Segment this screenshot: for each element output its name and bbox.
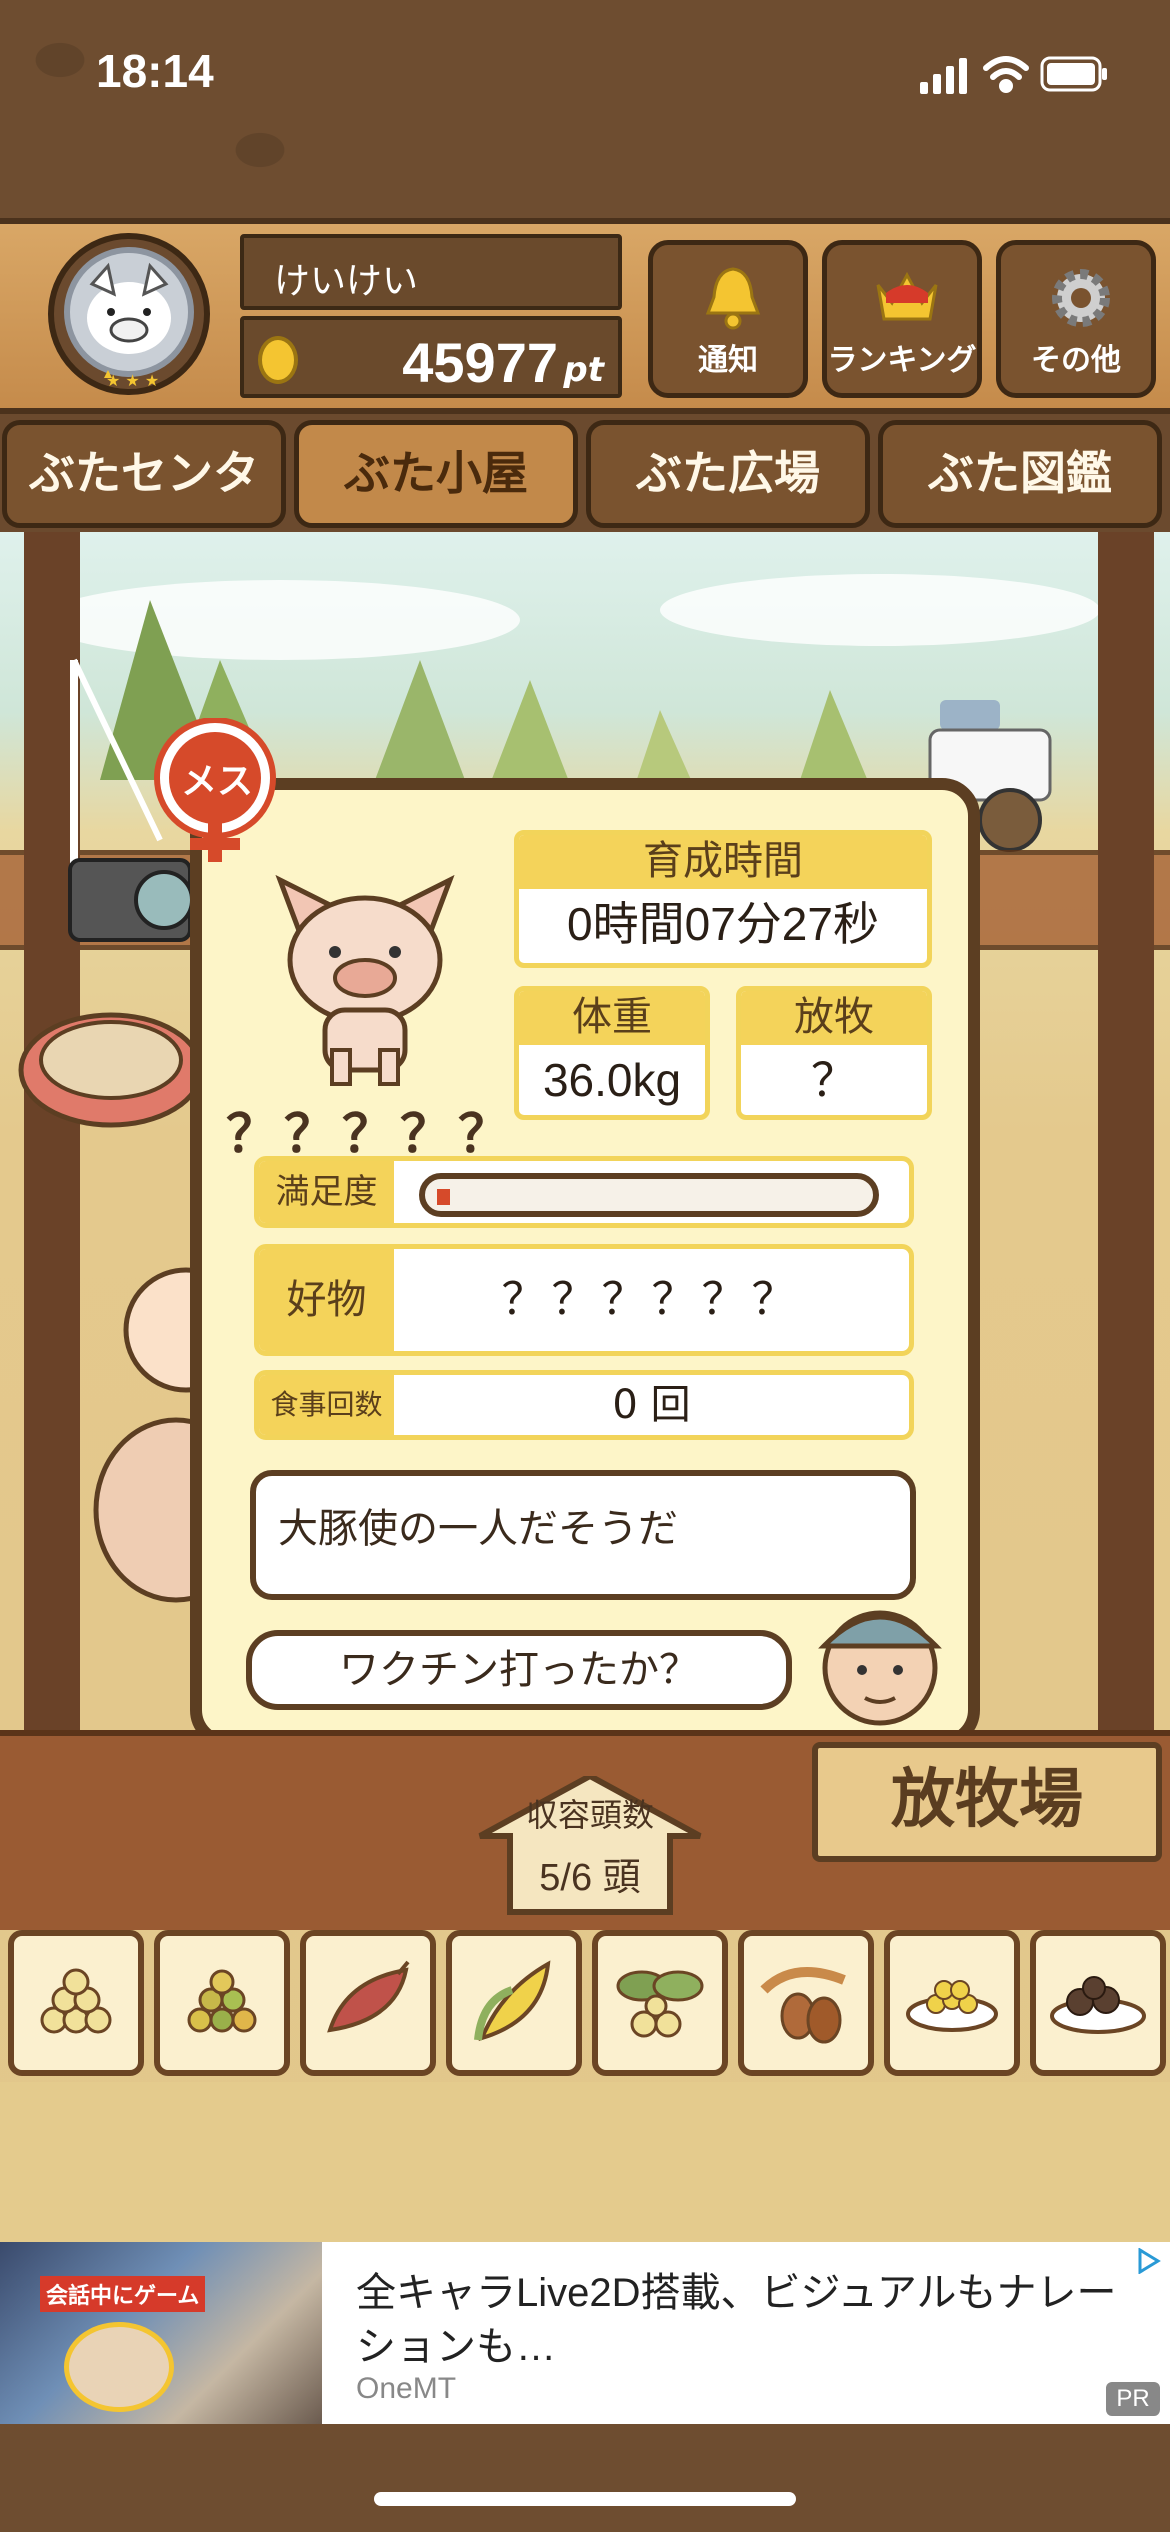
- feeding-bowl-icon[interactable]: [16, 1000, 206, 1150]
- ad-pr-badge: PR: [1106, 2382, 1160, 2416]
- points-box: 45977 pt: [240, 316, 622, 398]
- bell-icon: [705, 267, 761, 330]
- ad-choices-icon[interactable]: [1136, 2248, 1162, 2274]
- farmer-icon: [818, 1610, 942, 1726]
- food-item-corn[interactable]: [446, 1930, 582, 2076]
- tab-pig-center[interactable]: ぶたセンター: [2, 420, 286, 596]
- notification-button[interactable]: 通知: [648, 240, 808, 398]
- food-item-grain-bowl[interactable]: [884, 1930, 1020, 2076]
- top-background: [0, 0, 1170, 220]
- username-box: けいけい: [240, 234, 622, 310]
- tab-pig-house[interactable]: ぶた小屋: [294, 420, 578, 528]
- pig-icon[interactable]: [270, 870, 460, 1090]
- points-value: 45977: [402, 331, 558, 394]
- settings-button[interactable]: その他: [996, 240, 1156, 398]
- capacity-label: 収容頭数: [525, 1796, 654, 1834]
- battery-icon: [1040, 56, 1107, 92]
- food-item-nuts-leaves[interactable]: [592, 1930, 728, 2076]
- description-text: 大豚使の一人だそうだ: [278, 1506, 678, 1552]
- grazing-label: 放牧: [741, 991, 927, 1045]
- food-item-mixed-grain[interactable]: [154, 1930, 290, 2076]
- soybeans-icon: [40, 1968, 112, 2034]
- ranking-label: ランキング: [827, 343, 977, 378]
- ranking-button[interactable]: ランキング: [822, 240, 982, 398]
- farmer-speech-text: ワクチン打ったか？: [339, 1647, 699, 1693]
- chestnut-plate-icon: [1050, 1976, 1146, 2034]
- main-tabs: ぶたセンター ぶた小屋 ぶた広場 ぶた図鑑: [0, 420, 1170, 596]
- ad-brand: OneMT: [356, 2372, 457, 2405]
- settings-label: その他: [1031, 343, 1121, 378]
- ad-thumbnail-face: [64, 2322, 174, 2412]
- rearing-time-panel: 育成時間 0時間07分27秒: [514, 830, 932, 968]
- ad-thumbnail[interactable]: 会話中にゲーム: [0, 2242, 322, 2424]
- weight-value: 36.0kg: [542, 1054, 682, 1106]
- satisfaction-row: 満足度: [254, 1156, 914, 1228]
- meal-count-label: 食事回数: [259, 1375, 394, 1435]
- satisfaction-bar: [419, 1173, 879, 1217]
- points-unit: pt: [563, 350, 604, 390]
- food-item-acorn[interactable]: [738, 1930, 874, 2076]
- grazing-value: ？: [811, 1054, 857, 1106]
- weight-panel: 体重 36.0kg: [514, 986, 710, 1120]
- satisfaction-label: 満足度: [259, 1161, 394, 1223]
- nuts-leaves-icon: [616, 1970, 704, 2038]
- status-time: 18:14: [96, 45, 214, 97]
- pasture-sign-button[interactable]: 放牧場: [812, 1742, 1162, 1862]
- avatar-badge-icon[interactable]: ★ ★ ★: [36, 232, 222, 402]
- favorite-value: ？？？？？？: [501, 1274, 802, 1325]
- sweet-potato-icon: [327, 1960, 410, 2033]
- rearing-time-label: 育成時間: [519, 835, 927, 889]
- tab-pig-plaza[interactable]: ぶた広場: [586, 420, 870, 528]
- meal-count-row: 食事回数 0 回: [254, 1370, 914, 1440]
- ad-thumbnail-caption: 会話中にゲーム: [40, 2276, 206, 2312]
- meal-count-value: 0 回: [612, 1382, 691, 1428]
- ad-text[interactable]: 全キャラLive2D搭載、ビジュアルもナレーションも…: [356, 2266, 1126, 2374]
- description-bubble: 大豚使の一人だそうだ: [250, 1470, 916, 1600]
- rearing-time-value: 0時間07分27秒: [567, 898, 879, 950]
- username: けいけい: [274, 261, 419, 302]
- home-indicator[interactable]: [374, 2492, 796, 2506]
- food-item-sweet-potato[interactable]: [300, 1930, 436, 2076]
- status-icons: [920, 56, 1107, 94]
- ad-banner[interactable]: 会話中にゲーム 全キャラLive2D搭載、ビジュアルもナレーションも… OneM…: [0, 2242, 1170, 2424]
- background-pig-icon: [93, 1267, 206, 1603]
- gender-label: メス: [180, 761, 253, 802]
- svg-text:★ ★ ★: ★ ★ ★: [106, 371, 159, 390]
- capacity-value: 5/6 頭: [539, 1857, 641, 1899]
- grazing-panel: 放牧 ？: [736, 986, 932, 1120]
- mixed-grain-icon: [187, 1969, 257, 2033]
- acorn-icon: [760, 1967, 846, 2044]
- food-item-soybeans[interactable]: [8, 1930, 144, 2076]
- tab-pig-encyclopedia[interactable]: ぶた図鑑: [878, 420, 1162, 528]
- ground: [0, 2082, 1170, 2242]
- bottom-background: [0, 2424, 1170, 2532]
- signal-icon: [920, 58, 967, 94]
- coin-icon: [258, 336, 298, 384]
- farmer-speech-bubble: ワクチン打ったか？: [246, 1630, 792, 1710]
- grain-bowl-icon: [906, 1980, 998, 2032]
- weight-label: 体重: [519, 991, 705, 1045]
- favorite-label: 好物: [259, 1249, 394, 1351]
- satisfaction-bar-fill: [437, 1189, 450, 1205]
- gear-icon: [1052, 269, 1110, 327]
- food-bar: [0, 1930, 1170, 2082]
- right-post: [1098, 532, 1154, 1752]
- crown-icon: [876, 271, 938, 321]
- food-item-chestnut-plate[interactable]: [1030, 1930, 1166, 2076]
- wifi-icon: [983, 56, 1029, 93]
- notification-label: 通知: [698, 343, 758, 378]
- favorite-row: 好物 ？？？？？？: [254, 1244, 914, 1356]
- corn-icon: [474, 1960, 551, 2042]
